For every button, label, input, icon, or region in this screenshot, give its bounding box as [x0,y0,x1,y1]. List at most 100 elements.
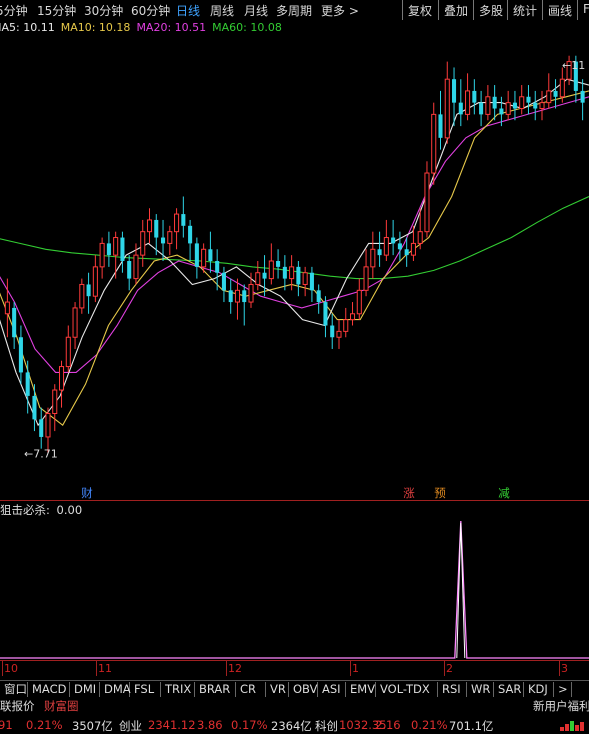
candle [546,73,552,109]
toolbar-button-2[interactable]: 多股 [473,0,507,20]
indicator-tab-15[interactable]: SAR [494,682,524,697]
toolbar-button-3[interactable]: 统计 [507,0,542,20]
candle [492,85,497,121]
market-bars-icon[interactable] [560,721,584,731]
indicator-tab-13[interactable]: RSI [438,682,467,697]
date-label-3: 1 [352,662,359,675]
toolbar-button-0[interactable]: 复权 [402,0,438,20]
link-quote[interactable]: 联报价 [0,698,35,714]
candle [330,313,335,349]
candle [323,296,328,338]
ticker-item-2: 3507亿 [72,719,113,733]
candle [276,249,281,279]
period-toolbar: 5分钟 15分钟 30分钟 60分钟日线周线月线多周期更多 > 复权叠加多股统计画线F [0,0,589,20]
indicator-value: 0.00 [56,503,83,517]
event-marker-2[interactable]: 预 [434,486,446,500]
candle [539,90,545,121]
ticker-item-5: 3.86 [197,718,223,732]
toolbar-button-5[interactable]: F [577,0,589,20]
candle [472,79,477,115]
indicator-tab-12[interactable]: VOL-TDX [376,682,438,697]
candle [553,79,558,109]
period-7[interactable]: 多周期 [276,2,312,19]
toolbar-button-4[interactable]: 画线 [542,0,577,20]
event-marker-3[interactable]: 减 [498,486,510,500]
indicator-line [0,520,589,659]
period-8[interactable]: 更多 > [321,2,359,19]
indicator-tab-10[interactable]: ASI [318,682,346,697]
indicator-tab-17[interactable]: > [554,682,572,697]
indicator-title: 狙击必杀: [0,503,50,517]
low-price-label: ←7.71 [24,447,58,460]
period-3[interactable]: 60分钟 [131,2,170,19]
candle [410,225,416,261]
candle [370,231,376,279]
indicator-tab-6[interactable]: BRAR [195,682,236,697]
date-label-5: 3 [561,662,568,675]
period-5[interactable]: 周线 [210,2,234,19]
ticker-item-11: 0.21% [411,718,448,732]
candle [533,90,538,121]
indicator-tab-8[interactable]: VR [266,682,289,697]
candle [174,208,180,250]
candle [221,266,226,303]
ticker-item-10: 2.16 [375,718,401,732]
candle [336,319,342,349]
candle [52,384,58,432]
ticker-item-7: 2364亿 [271,719,312,733]
period-2[interactable]: 30分钟 [84,2,123,19]
candle [167,225,173,256]
candle [65,325,71,373]
ma-line-ma5 [0,78,589,427]
candle [161,219,166,261]
period-1[interactable]: 15分钟 [37,2,76,19]
candle [32,384,37,432]
toolbar-button-1[interactable]: 叠加 [438,0,473,20]
indicator-chart[interactable] [0,518,589,660]
candle [255,261,261,291]
candle [316,284,321,314]
indicator-tab-16[interactable]: KDJ [524,682,554,697]
candle [234,278,241,320]
candle [363,249,369,297]
candle [72,302,78,349]
date-tick [96,660,97,676]
date-label-0: 10 [4,662,18,675]
indicator-tab-14[interactable]: WR [467,682,494,697]
period-4[interactable]: 日线 [176,2,200,19]
event-marker-0[interactable]: 财 [81,486,93,500]
indicator-tab-4[interactable]: FSL [130,682,161,697]
indicator-tab-5[interactable]: TRIX [161,682,195,697]
candlestick-chart[interactable]: ←7.71 ←11 财 涨 预 减 [0,38,589,500]
candle [444,61,450,144]
indicator-tab-9[interactable]: OBV [289,682,318,697]
candle [12,302,17,349]
period-6[interactable]: 月线 [244,2,268,19]
candle [146,208,153,244]
candle [438,90,443,150]
ma-legend-item-3: MA60: 10.08 [212,21,282,34]
candle [127,255,132,291]
link-wealth-circle[interactable]: 财富圈 [44,698,79,714]
indicator-tab-11[interactable]: EMV [346,682,376,697]
date-axis: 10 11 12 1 2 3 [0,660,589,680]
candle [383,219,389,261]
indicator-tab-0[interactable]: 窗口 [0,682,28,697]
date-tick [444,660,445,676]
candle [268,243,274,285]
period-0[interactable]: 5分钟 [0,2,28,19]
indicator-tab-7[interactable]: CR [236,682,266,697]
high-price-label: ←11 [562,59,585,72]
ma-legend-item-0: MA5: 10.11 [0,21,55,34]
ma-legend-item-1: MA10: 10.18 [60,21,131,34]
status-bar: 联报价 财富圈 新用户福利 91 0.21% 3507亿 创业 2341.12 3.86 0… [0,697,589,734]
indicator-tab-2[interactable]: DMI [70,682,100,697]
date-tick [2,660,3,676]
event-marker-1[interactable]: 涨 [403,486,415,500]
indicator-tab-3[interactable]: DMA [100,682,131,697]
candle [391,219,396,256]
promo-link[interactable]: 新用户福利 [533,698,589,714]
indicator-tab-1[interactable]: MACD [28,682,70,697]
candle [485,85,491,121]
candle [188,219,193,261]
